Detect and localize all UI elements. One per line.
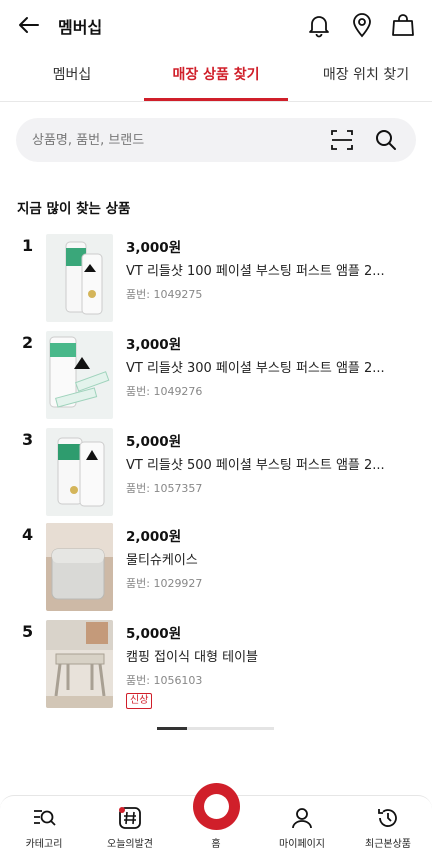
product-price: 3,000원 [126,240,182,256]
product-image [46,523,113,611]
section-title: 지금 많이 찾는 상품 [17,201,131,217]
product-item[interactable]: 2 3,000원 VT 리들샷 300 페이셜 부스팅 퍼스트 앰플 2... … [0,331,432,423]
product-image [46,620,113,708]
product-name: 캠핑 접이식 대형 테이블 [126,650,258,665]
rank-number: 4 [22,525,34,544]
back-arrow-icon[interactable] [16,12,42,38]
product-code: 품번: 1029927 [126,577,203,590]
nav-label: 최근본상품 [365,839,411,850]
product-name: VT 리들샷 300 페이셜 부스팅 퍼스트 앰플 2... [126,361,385,376]
history-clock-icon [378,809,397,827]
product-price: 5,000원 [126,626,182,642]
rank-number: 5 [22,622,34,641]
product-code: 품번: 1049276 [126,385,203,398]
page-title: 멤버십 [58,18,103,37]
nav-category[interactable]: 카테고리 [1,796,87,854]
search-icon[interactable] [374,128,398,152]
nav-today-discovery[interactable]: 오늘의발견 [87,796,173,854]
home-button-icon[interactable] [193,783,240,830]
nav-label: 오늘의발견 [107,839,153,850]
nav-label: 홈 [211,839,221,850]
hashtag-icon [119,807,141,829]
product-code: 품번: 1057357 [126,482,203,495]
app-header: 멤버십 [0,0,432,50]
active-tab-indicator [144,98,288,101]
product-item[interactable]: 1 3,000원 VT 리들샷 100 페이셜 부스팅 퍼스트 앰플 2... … [0,234,432,326]
product-price: 2,000원 [126,529,182,545]
product-price: 3,000원 [126,337,182,353]
barcode-scan-icon[interactable] [330,128,354,152]
rank-number: 3 [22,430,34,449]
location-pin-icon[interactable] [349,12,375,38]
product-image [46,234,113,322]
tab-store-location-search[interactable]: 매장 위치 찾기 [306,50,426,102]
product-item[interactable]: 4 2,000원 물티슈케이스 품번: 1029927 [0,523,432,615]
tab-membership[interactable]: 멤버십 [22,50,122,102]
category-search-icon [34,810,56,826]
page-indicator-active [157,727,187,730]
page-indicator [157,727,274,730]
product-item[interactable]: 3 5,000원 VT 리들샷 500 페이셜 부스팅 퍼스트 앰플 2... … [0,428,432,520]
shopping-bag-icon[interactable] [390,12,416,38]
search-bar [16,118,416,162]
search-input[interactable] [32,118,322,162]
product-name: VT 리들샷 100 페이셜 부스팅 퍼스트 앰플 2... [126,264,385,279]
nav-label: 카테고리 [25,839,63,850]
rank-number: 2 [22,333,34,352]
product-name: VT 리들샷 500 페이셜 부스팅 퍼스트 앰플 2... [126,458,385,473]
user-icon [292,808,312,829]
new-badge: 신상 [126,693,153,709]
nav-mypage[interactable]: 마이페이지 [259,796,345,854]
tab-bar: 멤버십 매장 상품 찾기 매장 위치 찾기 [0,50,432,102]
nav-label: 마이페이지 [279,839,325,850]
product-name: 물티슈케이스 [126,553,198,568]
product-item[interactable]: 5 5,000원 캠핑 접이식 대형 테이블 품번: 1056103 신상 [0,620,432,712]
bell-icon[interactable] [306,12,332,38]
product-code: 품번: 1056103 [126,674,203,687]
product-code: 품번: 1049275 [126,288,203,301]
product-image [46,428,113,516]
tab-store-product-search[interactable]: 매장 상품 찾기 [144,50,288,102]
bottom-nav: 카테고리 오늘의발견 홈 마이페이지 최근본상품 [0,783,432,854]
nav-recently-viewed[interactable]: 최근본상품 [345,796,431,854]
product-image [46,331,113,419]
product-price: 5,000원 [126,434,182,450]
rank-number: 1 [22,236,34,255]
